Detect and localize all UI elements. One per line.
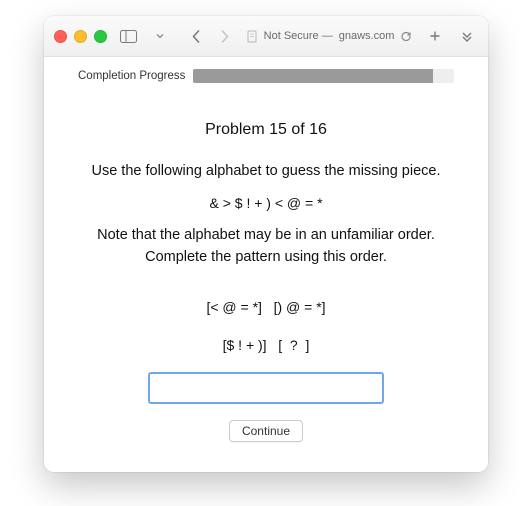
toolbar-dropdown-icon[interactable] xyxy=(149,25,171,47)
close-window-button[interactable] xyxy=(54,30,67,43)
progress-label: Completion Progress xyxy=(78,70,185,82)
progress-fill xyxy=(193,69,433,83)
problem-title: Problem 15 of 16 xyxy=(205,121,327,139)
url-text: gnaws.com xyxy=(339,30,395,42)
page-content: Completion Progress Problem 15 of 16 Use… xyxy=(44,57,488,472)
reload-icon[interactable] xyxy=(400,30,412,42)
back-button[interactable] xyxy=(185,25,207,47)
problem-alphabet: & > $ ! + ) < @ = * xyxy=(209,195,322,211)
page-icon xyxy=(247,30,258,43)
progress-bar xyxy=(193,69,454,83)
continue-button[interactable]: Continue xyxy=(229,420,303,442)
problem-note: Note that the alphabet may be in an unfa… xyxy=(68,225,464,269)
browser-window: Not Secure — gnaws.com Completion Progre… xyxy=(44,16,488,472)
window-controls xyxy=(54,30,107,43)
zoom-window-button[interactable] xyxy=(94,30,107,43)
minimize-window-button[interactable] xyxy=(74,30,87,43)
sidebar-toggle-icon[interactable] xyxy=(117,25,139,47)
navigation-group xyxy=(185,25,235,47)
pattern-row-2: [$ ! + )] [ ? ] xyxy=(223,334,310,358)
progress-row: Completion Progress xyxy=(60,67,472,83)
forward-button[interactable] xyxy=(213,25,235,47)
pattern-row-1: [< @ = *] [) @ = *] xyxy=(206,296,325,320)
answer-input[interactable] xyxy=(148,372,384,404)
problem-instruction: Use the following alphabet to guess the … xyxy=(89,161,442,183)
problem-area: Problem 15 of 16 Use the following alpha… xyxy=(60,83,472,460)
overflow-button[interactable] xyxy=(456,25,478,47)
new-tab-button[interactable] xyxy=(424,25,446,47)
security-status: Not Secure — xyxy=(264,30,333,42)
titlebar: Not Secure — gnaws.com xyxy=(44,16,488,57)
address-bar[interactable]: Not Secure — gnaws.com xyxy=(245,30,414,43)
